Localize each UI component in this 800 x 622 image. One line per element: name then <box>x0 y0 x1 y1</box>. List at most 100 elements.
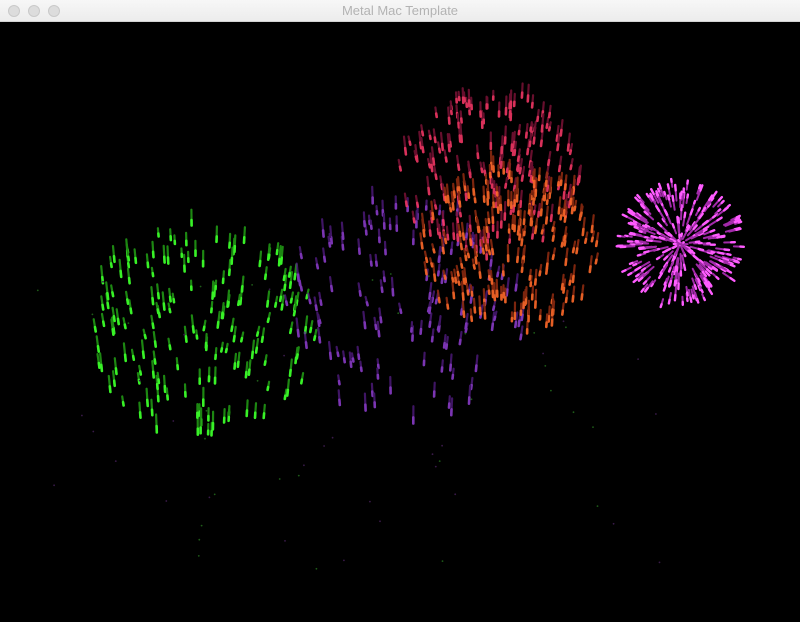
ember <box>533 332 536 334</box>
spark-head <box>412 217 416 224</box>
spark-head <box>505 288 509 297</box>
ember <box>197 555 200 557</box>
spark-head <box>139 370 143 376</box>
spark-head <box>534 225 538 232</box>
spark-head <box>438 231 442 239</box>
spark-head <box>403 146 408 156</box>
ember <box>431 453 434 456</box>
spark-head <box>557 206 561 215</box>
ember <box>369 500 371 503</box>
spark-head <box>563 183 567 191</box>
spark-head <box>444 343 449 350</box>
spark-head <box>283 283 287 292</box>
spark-head <box>633 225 639 229</box>
spark-head <box>462 277 466 285</box>
spark-head <box>408 140 412 146</box>
spark-head <box>319 299 323 307</box>
spark-head <box>443 237 448 245</box>
ember <box>397 312 400 315</box>
spark-head <box>305 293 309 300</box>
spark-head <box>240 336 244 343</box>
spark-head <box>220 347 224 353</box>
spark-head <box>434 298 438 305</box>
ember <box>208 496 211 499</box>
spark-head <box>244 370 248 379</box>
spark-head <box>556 143 560 152</box>
spark-head <box>689 207 694 216</box>
spark-head <box>632 220 638 224</box>
ember <box>165 500 168 502</box>
spark-head <box>529 175 533 183</box>
spark-head <box>551 226 555 233</box>
ember <box>204 437 206 440</box>
spark-head <box>282 274 286 282</box>
spark-head <box>415 201 420 208</box>
spark-head <box>446 303 450 310</box>
spark-head <box>655 256 661 261</box>
ember <box>283 354 285 357</box>
spark-head <box>562 234 567 242</box>
spark-head <box>143 333 147 340</box>
ember <box>655 413 657 415</box>
spark-head <box>710 196 715 202</box>
spark-head <box>314 304 318 312</box>
spark-head <box>109 262 113 269</box>
title-bar[interactable]: Metal Mac Template <box>0 0 800 22</box>
spark-head <box>279 256 284 265</box>
spark-head <box>112 255 116 264</box>
spark-head <box>127 255 131 262</box>
spark-head <box>358 289 362 297</box>
spark-head <box>559 128 563 137</box>
spark-head <box>520 313 524 322</box>
spark-head <box>489 259 493 267</box>
spark-head <box>562 190 566 200</box>
ember <box>658 561 661 564</box>
ember <box>323 445 325 447</box>
spark-head <box>466 252 471 259</box>
spark-head <box>667 298 671 305</box>
spark-head <box>733 259 740 264</box>
spark-head <box>710 250 716 254</box>
spark-head <box>547 126 552 132</box>
spark-head <box>466 289 470 296</box>
ember <box>331 436 334 439</box>
spark-head <box>527 169 532 177</box>
spark-head <box>474 256 478 265</box>
spark-head <box>571 247 576 254</box>
spark-head <box>657 222 663 228</box>
spark-head <box>650 234 658 239</box>
spark-head <box>151 370 155 379</box>
ember <box>673 276 676 279</box>
ember <box>268 288 271 291</box>
spark-head <box>202 325 206 332</box>
spark-head <box>594 240 599 248</box>
spark-head <box>674 265 678 273</box>
spark-head <box>127 262 131 269</box>
spark-head <box>153 358 157 365</box>
spark-head <box>404 200 409 208</box>
spark-head <box>575 247 579 255</box>
spark-head <box>459 242 464 251</box>
spark-head <box>108 385 112 394</box>
spark-head <box>662 284 667 292</box>
spark-head <box>151 296 155 306</box>
spark-head <box>711 212 719 219</box>
spark-head <box>452 291 456 300</box>
spark-head <box>280 303 284 311</box>
spark-head <box>237 299 241 307</box>
spark-head <box>700 289 704 294</box>
spark-head <box>365 301 369 307</box>
spark-head <box>430 163 434 173</box>
spark-head <box>666 183 670 190</box>
spark-head <box>471 241 475 249</box>
spark-head <box>657 182 662 190</box>
spark-head <box>380 286 384 294</box>
spark-head <box>156 291 160 300</box>
spark-head <box>317 319 321 328</box>
spark-head <box>458 200 462 208</box>
spark-head <box>590 224 594 234</box>
spark-head <box>564 296 568 304</box>
spark-head <box>563 240 567 247</box>
spark-head <box>513 149 517 157</box>
spark-head <box>496 271 500 278</box>
